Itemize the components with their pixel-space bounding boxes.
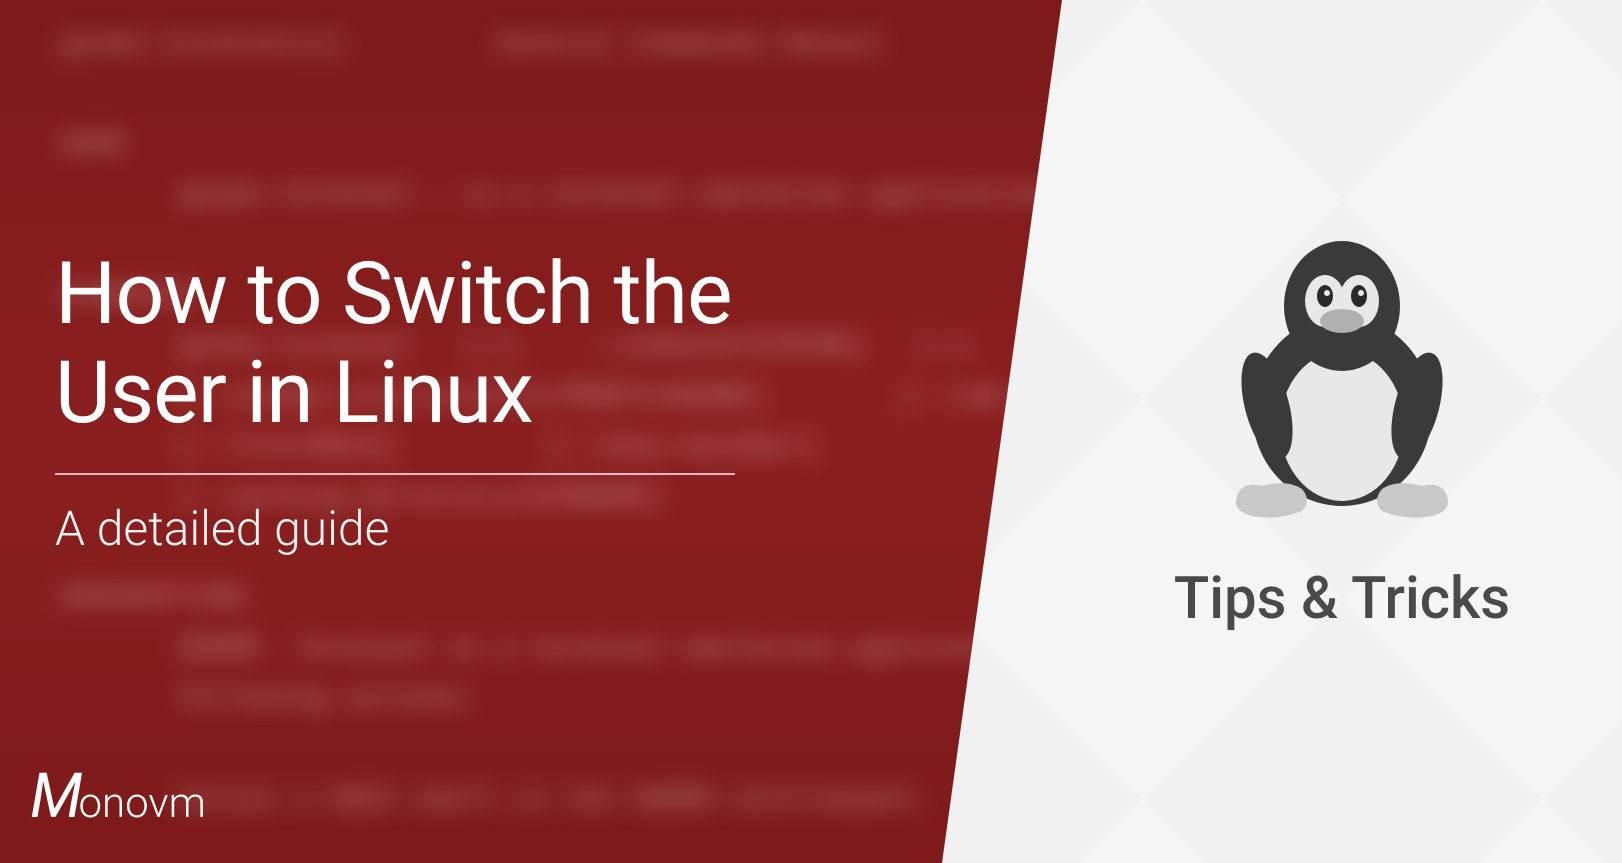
title-line-2: User in Linux bbox=[55, 342, 533, 443]
tips-tricks-label: Tips & Tricks bbox=[1174, 565, 1510, 633]
tux-linux-icon bbox=[1217, 231, 1467, 525]
banner-container: gnome-terminal(1) General Commands Manua… bbox=[0, 0, 1622, 863]
main-title: How to Switch the User in Linux bbox=[55, 245, 735, 443]
logo-letter: M bbox=[30, 760, 83, 833]
title-block: How to Switch the User in Linux A detail… bbox=[55, 245, 735, 557]
subtitle: A detailed guide bbox=[55, 500, 735, 557]
title-line-1: How to Switch the bbox=[55, 243, 732, 344]
logo-text: onovm bbox=[79, 779, 206, 828]
title-divider bbox=[55, 473, 735, 475]
right-panel: Tips & Tricks bbox=[942, 0, 1622, 863]
monovm-logo: Monovm bbox=[30, 760, 206, 833]
